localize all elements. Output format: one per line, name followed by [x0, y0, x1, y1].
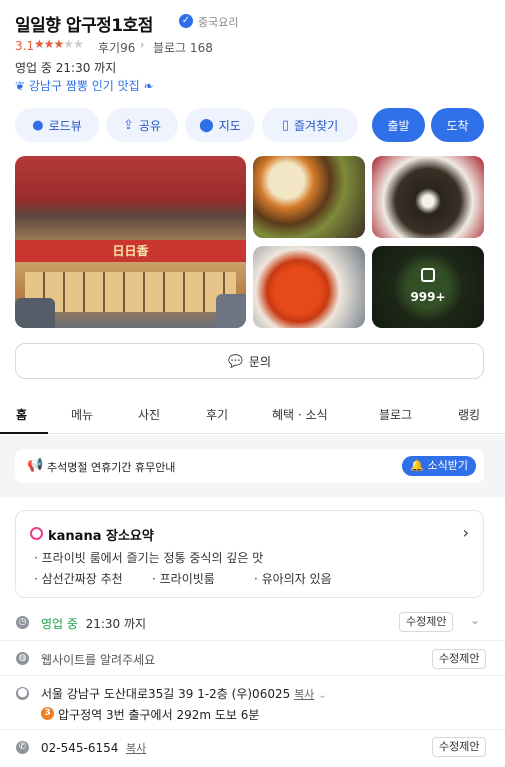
share-button[interactable]: ⇪ 공유 [106, 108, 178, 142]
rating-score: 3.1 [15, 39, 35, 53]
summary-bullet: · 삼선간짜장 추천 [34, 572, 123, 586]
popular-tag-label: 강남구 짬뽕 인기 맛집 [28, 79, 140, 93]
tab-benefits-news[interactable]: 혜택 · 소식 [272, 406, 328, 423]
phone-number[interactable]: 02-545-6154 [41, 741, 118, 755]
star-icon: ★ [43, 37, 55, 51]
megaphone-icon: 📢 [27, 458, 44, 473]
reviews-link[interactable]: 후기96 [98, 39, 135, 56]
address-text: 서울 강남구 도산대로35길 39 1-2층 (우)06025 [41, 687, 291, 701]
subway-line-badge: 3 [41, 707, 54, 720]
divider [0, 729, 505, 730]
car-shape [15, 298, 55, 328]
chat-bubble-icon: 💬 [227, 354, 243, 368]
place-title: 일일향 압구정1호점 [15, 16, 153, 36]
popular-tag[interactable]: ❦ 강남구 짬뽕 인기 맛집 ❧ [15, 77, 154, 94]
subscribe-button[interactable]: 🔔 소식받기 [402, 456, 476, 476]
star-icon: ★ [34, 37, 45, 51]
notice-text: 추석명절 연휴기간 휴무안내 [47, 461, 176, 474]
tab-ranking[interactable]: 랭킹 [458, 406, 480, 423]
tab-reviews[interactable]: 후기 [206, 406, 228, 423]
edit-suggest-button[interactable]: 수정제안 [432, 737, 487, 757]
summary-title: kanana 장소요약 [48, 529, 154, 544]
phone-row: 02-545-6154 복사 [41, 740, 146, 756]
verified-check-icon: ✓ [179, 14, 193, 28]
rating-stars: ★★★★★ [34, 37, 84, 51]
summary-bullet: · 유아의자 있음 [254, 572, 332, 586]
map-pin-icon: ⬤ [199, 117, 214, 133]
summary-bullet: · 프라이빗룸 [152, 572, 215, 586]
bell-icon: 🔔 [410, 459, 425, 472]
copy-address-button[interactable]: 복사 [294, 688, 314, 701]
favorite-button[interactable]: ▯ 즐겨찾기 [262, 108, 358, 142]
station-directions: 압구정역 3번 출구에서 292m 도보 6분 [58, 708, 260, 722]
arrive-button[interactable]: 도착 [431, 108, 484, 142]
edit-suggest-button[interactable]: 수정제안 [399, 612, 454, 632]
divider [0, 675, 505, 676]
storefront-photo[interactable]: 日日香 [15, 156, 246, 328]
map-label: 지도 [218, 118, 241, 133]
summary-bullet: · 프라이빗 룸에서 즐기는 정통 중식의 깊은 맛 [34, 551, 264, 565]
depart-label: 출발 [387, 118, 410, 133]
clock-icon: ◷ [16, 616, 29, 629]
favorite-label: 즐겨찾기 [293, 118, 339, 133]
more-photos-tile[interactable]: 999+ [372, 246, 484, 328]
star-icon: ★ [63, 37, 74, 51]
open-status-label: 영업 중 [15, 61, 52, 75]
chevron-down-icon[interactable]: ⌄ [318, 690, 326, 701]
store-sign: 日日香 [15, 240, 246, 262]
star-icon: ★ [53, 37, 65, 51]
tab-bar: 홈 메뉴 사진 후기 혜택 · 소식 블로그 랭킹 [0, 398, 505, 434]
pin-icon: ● [32, 117, 44, 133]
roadview-label: 로드뷰 [48, 118, 82, 133]
hours-until: 21:30 까지 [85, 617, 147, 631]
laurel-icon: ❧ [143, 79, 154, 93]
food-photo[interactable] [253, 156, 365, 238]
share-label: 공유 [138, 118, 161, 133]
chevron-down-icon[interactable]: ⌄ [470, 613, 480, 627]
depart-button[interactable]: 출발 [372, 108, 425, 142]
copy-phone-button[interactable]: 복사 [126, 742, 146, 755]
inquiry-button[interactable]: 💬 문의 [15, 343, 484, 379]
divider [0, 640, 505, 641]
roadview-button[interactable]: ● 로드뷰 [15, 108, 99, 142]
car-shape [216, 294, 246, 328]
inquiry-label: 문의 [248, 354, 272, 369]
share-icon: ⇪ [123, 117, 134, 133]
website-prompt: 웹사이트를 알려주세요 [41, 653, 156, 667]
location-pin-icon: ⬤ [16, 687, 29, 700]
hours-status: 영업 중 [41, 617, 78, 631]
star-icon: ★ [73, 37, 84, 51]
map-button[interactable]: ⬤ 지도 [185, 108, 255, 142]
tab-home[interactable]: 홈 [16, 406, 27, 423]
chevron-right-icon: › [462, 523, 469, 542]
open-status: 영업 중 21:30 까지 [15, 59, 116, 76]
open-until: 21:30 까지 [55, 61, 117, 75]
gallery-icon [421, 268, 435, 282]
active-tab-indicator [0, 432, 48, 434]
tab-blog[interactable]: 블로그 [379, 406, 412, 423]
globe-icon: ◍ [16, 652, 29, 665]
chevron-right-icon: › [140, 38, 145, 51]
laurel-pin-icon: ❦ [15, 79, 26, 93]
address-row: 서울 강남구 도산대로35길 39 1-2층 (우)06025 복사 ⌄ [41, 685, 327, 702]
tab-menu[interactable]: 메뉴 [71, 406, 93, 423]
arrive-label: 도착 [446, 118, 469, 133]
tab-photos[interactable]: 사진 [138, 406, 160, 423]
photo-overlay [372, 246, 484, 328]
edit-suggest-button[interactable]: 수정제안 [432, 649, 487, 669]
blog-reviews-link[interactable]: 블로그 168 [153, 39, 213, 56]
bookmark-icon: ▯ [281, 117, 289, 133]
ai-summary-card[interactable]: kanana 장소요약 › · 프라이빗 룸에서 즐기는 정통 중식의 깊은 맛… [15, 510, 484, 598]
hours-row[interactable]: 영업 중 21:30 까지 [41, 615, 146, 632]
place-category: 중국요리 [198, 16, 239, 29]
subscribe-label: 소식받기 [427, 459, 468, 472]
food-photo[interactable] [372, 156, 484, 238]
notice-banner[interactable]: 📢 추석명절 연휴기간 휴무안내 🔔 소식받기 [15, 449, 484, 483]
phone-icon: ✆ [16, 741, 29, 754]
food-photo[interactable] [253, 246, 365, 328]
kanana-logo-icon [30, 527, 43, 540]
photo-count: 999+ [410, 290, 446, 304]
storefront-window [25, 272, 236, 312]
